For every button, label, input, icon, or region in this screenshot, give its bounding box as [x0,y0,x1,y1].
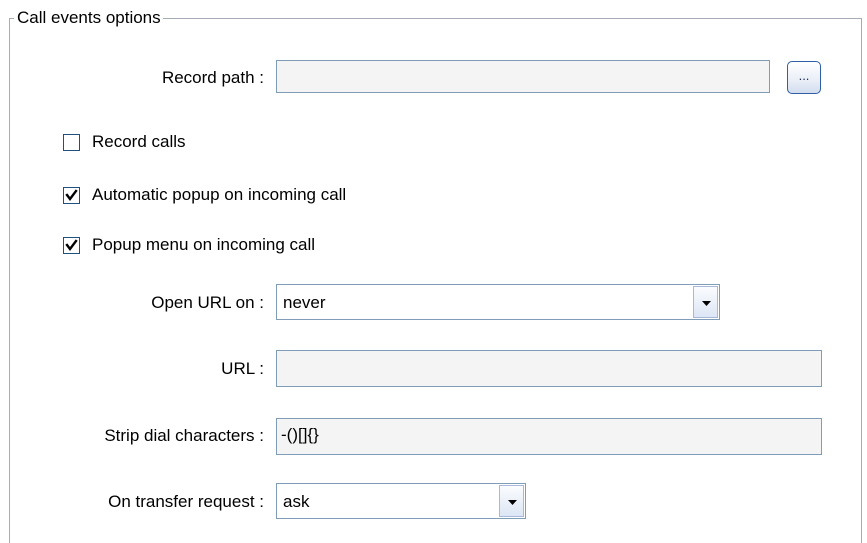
transfer-selected-value: ask [283,492,310,511]
record-calls-checkbox[interactable] [63,134,80,151]
popup-menu-label[interactable]: Popup menu on incoming call [92,235,315,255]
url-label: URL : [221,359,264,378]
browse-button[interactable]: ... [787,61,821,94]
open-url-selected-value: never [283,293,326,312]
record-path-input[interactable] [276,60,770,93]
transfer-dropdown-button[interactable] [499,485,524,517]
strip-dial-label: Strip dial characters : [104,426,264,445]
open-url-label: Open URL on : [151,293,264,312]
automatic-popup-label[interactable]: Automatic popup on incoming call [92,185,346,205]
record-path-label: Record path : [161,68,264,87]
transfer-select[interactable]: ask [276,483,526,519]
chevron-down-icon [702,301,711,306]
checkmark-icon [65,189,78,201]
automatic-popup-checkbox[interactable] [63,187,80,204]
groupbox-title: Call events options [14,7,163,29]
call-events-groupbox [9,18,862,543]
chevron-down-icon [508,500,517,505]
strip-dial-input[interactable]: -()[]{} [276,418,822,455]
checkmark-icon [65,239,78,251]
transfer-label: On transfer request : [108,492,264,511]
open-url-select[interactable]: never [276,284,720,320]
open-url-dropdown-button[interactable] [693,286,718,318]
record-calls-label[interactable]: Record calls [92,132,186,152]
url-input[interactable] [276,350,822,387]
popup-menu-checkbox[interactable] [63,237,80,254]
